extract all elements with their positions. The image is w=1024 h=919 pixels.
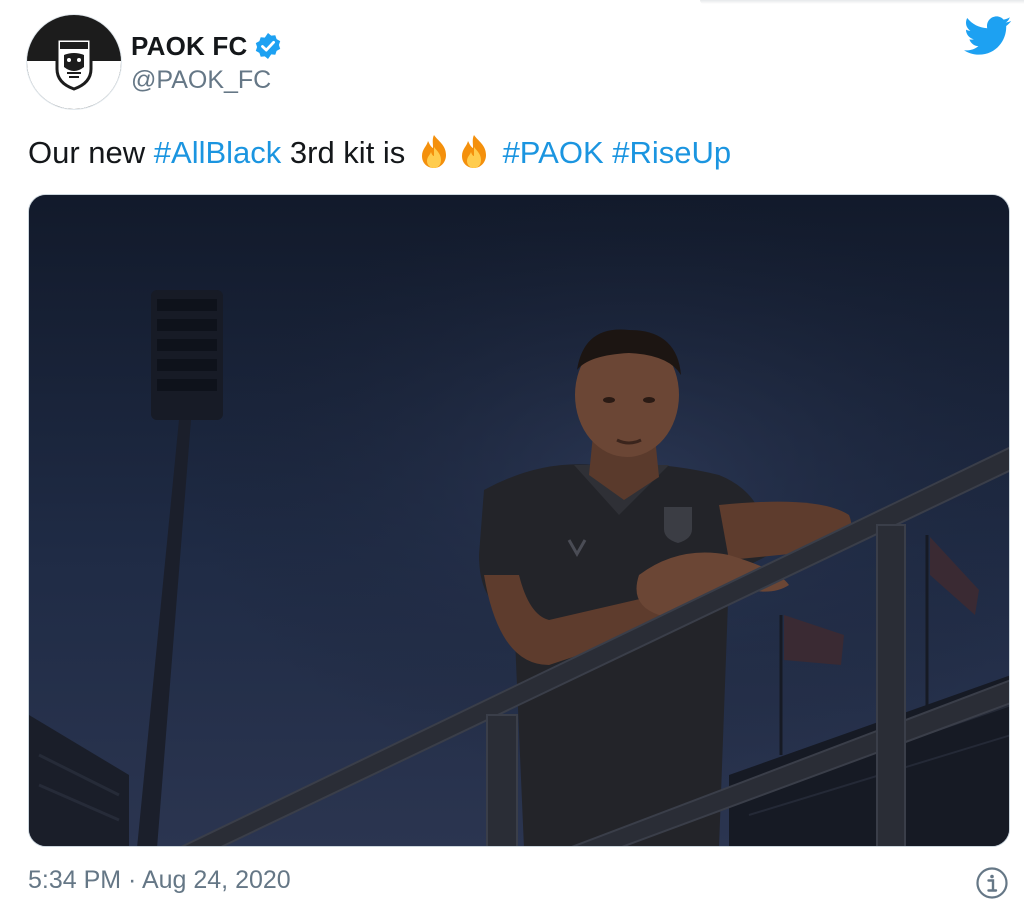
user-handle[interactable]: @PAOK_FC: [131, 66, 271, 95]
avatar[interactable]: [26, 14, 122, 110]
hashtag-riseup-link[interactable]: #RiseUp: [612, 135, 731, 170]
display-name[interactable]: PAOK FC: [131, 31, 247, 62]
tweet-text-part: Our new: [28, 135, 154, 170]
paok-crest-icon: [27, 15, 121, 109]
hashtag-allblack-link[interactable]: #AllBlack: [154, 135, 282, 170]
tweet-card: PAOK FC @PAOK_FC Our new #AllBlack 3rd k…: [0, 0, 1024, 919]
info-icon[interactable]: [975, 866, 1009, 900]
tweet-media[interactable]: [28, 194, 1010, 847]
verified-badge-icon: [253, 31, 283, 61]
user-name-row[interactable]: PAOK FC: [131, 29, 283, 63]
player-photo-image: [29, 195, 1009, 846]
tweet-text-part: 3rd kit is: [281, 135, 414, 170]
card-edge: [700, 0, 1024, 4]
hashtag-paok-link[interactable]: #PAOK: [503, 135, 604, 170]
fire-emoji-icon: [414, 133, 454, 169]
twitter-bird-icon[interactable]: [964, 16, 1012, 58]
fire-emoji-icon: [454, 133, 494, 169]
tweet-timestamp-link[interactable]: 5:34 PM · Aug 24, 2020: [28, 866, 291, 895]
tweet-text: Our new #AllBlack 3rd kit is #PAOK #Rise…: [28, 133, 731, 173]
